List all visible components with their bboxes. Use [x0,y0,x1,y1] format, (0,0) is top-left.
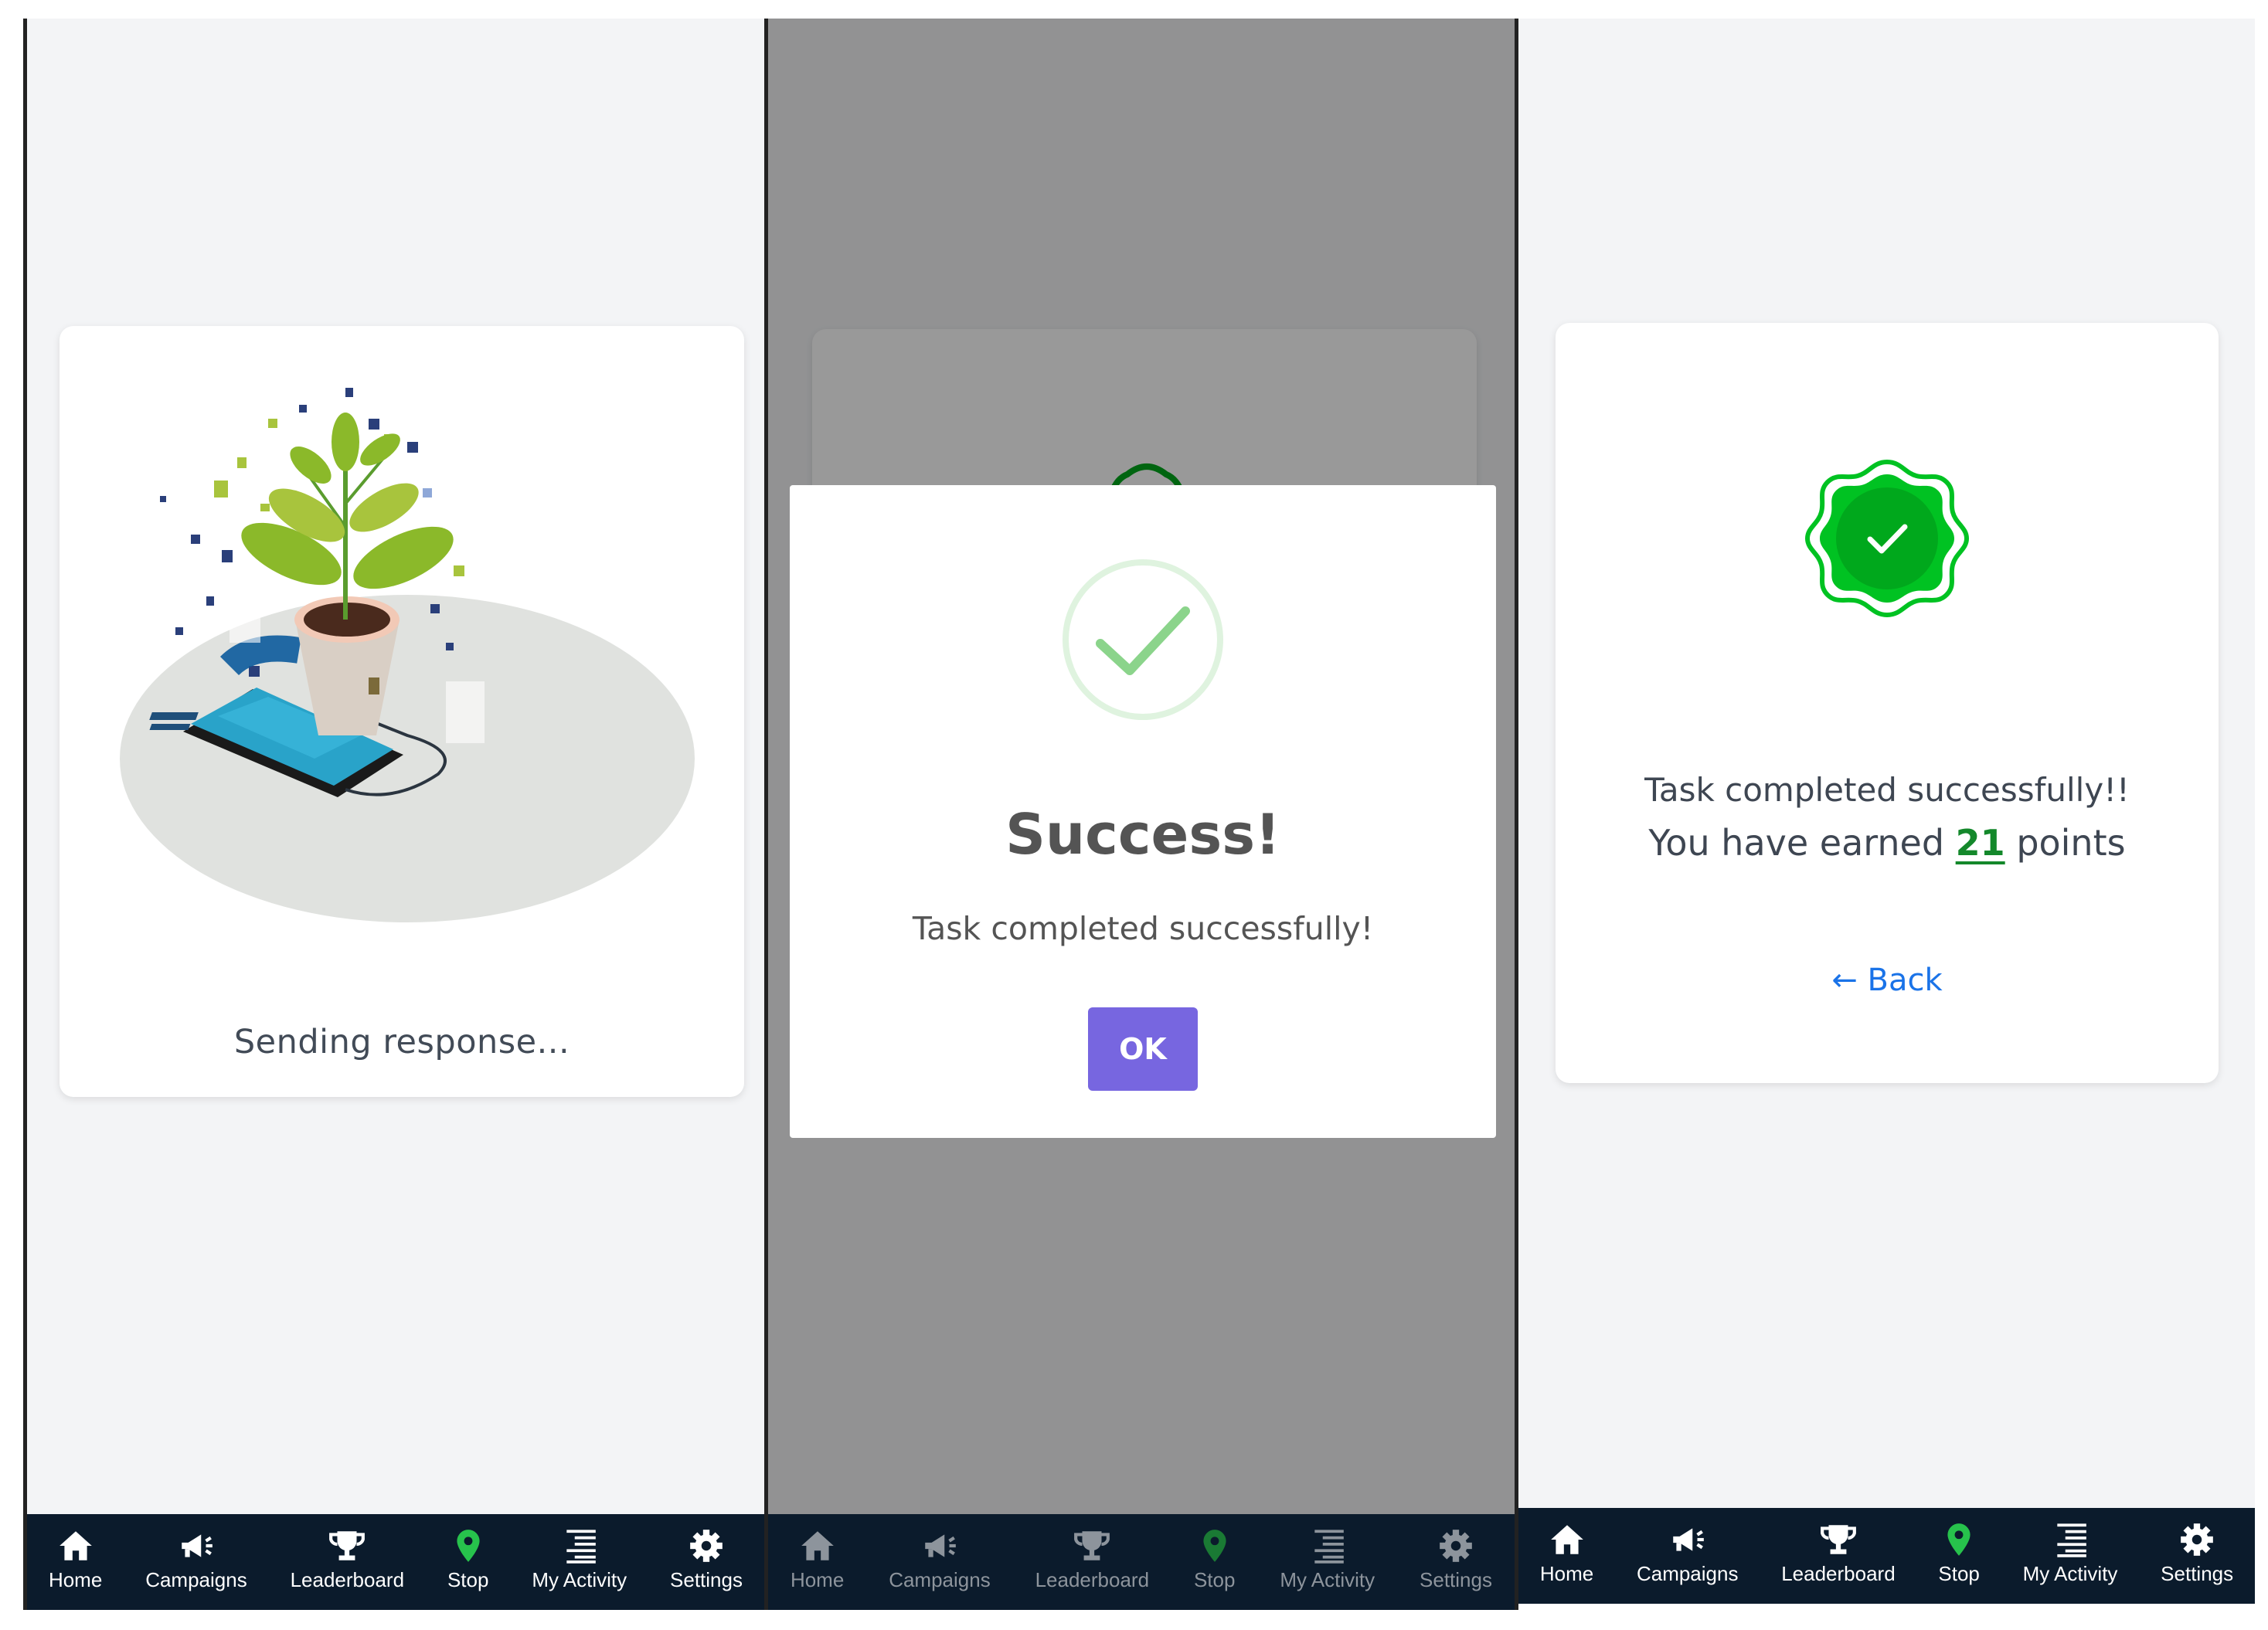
points-value: 21 [1955,822,2005,864]
nav-home-label: Home [1539,1562,1594,1585]
bottom-nav: Home Campaigns Leaderboard Stop My Activ… [768,1514,1515,1610]
nav-campaigns-label: Campaigns [1636,1562,1739,1585]
success-modal-screen: Success! Task completed successfully! OK… [768,19,1518,1610]
nav-home-label: Home [790,1568,845,1591]
nav-settings-label: Settings [670,1568,743,1591]
megaphone-icon [925,1534,956,1557]
earned-suffix: points [2016,822,2126,864]
points-message: You have earned 21 points [1556,822,2219,864]
nav-campaigns-label: Campaigns [889,1568,991,1591]
trophy-icon [1821,1525,1856,1554]
nav-settings[interactable]: Settings [2161,1508,2233,1586]
nav-campaigns-label: Campaigns [145,1568,247,1591]
nav-campaigns[interactable]: Campaigns [889,1514,991,1592]
back-link[interactable]: ← Back [1556,963,2219,998]
location-pin-icon [457,1530,480,1562]
nav-activity[interactable]: My Activity [532,1514,627,1592]
nav-stop-label: Stop [447,1568,489,1591]
list-icon [1314,1530,1344,1564]
location-pin-icon [1947,1523,1970,1556]
home-icon [801,1531,834,1560]
nav-home-label: Home [48,1568,103,1591]
bottom-nav: Home Campaigns Leaderboard Stop My Activ… [1518,1508,2255,1604]
trophy-icon [329,1531,366,1560]
completed-screen: Task completed successfully!! You have e… [1518,19,2255,1604]
sending-response-text: Sending response... [233,1023,570,1061]
home-icon [59,1531,92,1560]
location-pin-icon [1203,1530,1226,1562]
nav-activity-label: My Activity [1280,1568,1375,1591]
home-icon [1550,1525,1583,1554]
verified-badge-icon [1804,459,1970,618]
nav-settings[interactable]: Settings [670,1514,743,1592]
nav-campaigns[interactable]: Campaigns [1636,1508,1739,1586]
nav-stop-label: Stop [1938,1562,1980,1585]
nav-campaigns[interactable]: Campaigns [145,1514,247,1592]
nav-leaderboard-label: Leaderboard [290,1568,405,1591]
nav-leaderboard[interactable]: Leaderboard [1035,1514,1149,1592]
completion-message: Task completed successfully!! [1644,771,2130,809]
completed-card: Task completed successfully!! You have e… [1556,323,2219,1083]
nav-stop[interactable]: Stop [1193,1514,1236,1592]
megaphone-icon [1672,1528,1704,1551]
nav-leaderboard[interactable]: Leaderboard [291,1514,404,1592]
nav-activity-label: My Activity [2022,1562,2118,1585]
nav-activity[interactable]: My Activity [2022,1508,2118,1586]
nav-activity[interactable]: My Activity [1280,1514,1375,1592]
sending-screen: Sending response... Home Campaigns Leade… [23,19,768,1610]
nav-stop-label: Stop [1193,1568,1236,1591]
nav-leaderboard-label: Leaderboard [1035,1568,1150,1591]
nav-home[interactable]: Home [1540,1508,1593,1586]
gear-icon [1440,1530,1472,1562]
nav-leaderboard-label: Leaderboard [1781,1562,1896,1585]
success-dialog: Success! Task completed successfully! OK [790,485,1496,1138]
gear-icon [2181,1523,2213,1556]
gear-icon [690,1530,723,1562]
sending-card: Sending response... [60,326,744,1097]
success-check-icon [1063,559,1223,720]
plant-phone-illustration [120,388,695,922]
earned-prefix: You have earned [1648,822,1945,864]
bottom-nav: Home Campaigns Leaderboard Stop My Activ… [27,1514,764,1610]
trophy-icon [1074,1531,1110,1560]
ok-button[interactable]: OK [1088,1007,1198,1091]
dialog-message: Task completed successfully! [912,910,1374,947]
nav-stop[interactable]: Stop [1938,1508,1980,1586]
nav-activity-label: My Activity [532,1568,627,1591]
nav-home[interactable]: Home [791,1514,844,1592]
megaphone-icon [182,1534,213,1557]
nav-stop[interactable]: Stop [447,1514,489,1592]
list-icon [566,1530,596,1564]
nav-leaderboard[interactable]: Leaderboard [1781,1508,1896,1586]
nav-settings[interactable]: Settings [1420,1514,1492,1592]
nav-home[interactable]: Home [49,1514,102,1592]
nav-settings-label: Settings [2161,1562,2234,1585]
nav-settings-label: Settings [1420,1568,1492,1591]
list-icon [2057,1523,2086,1557]
dialog-title: Success! [1005,802,1280,867]
